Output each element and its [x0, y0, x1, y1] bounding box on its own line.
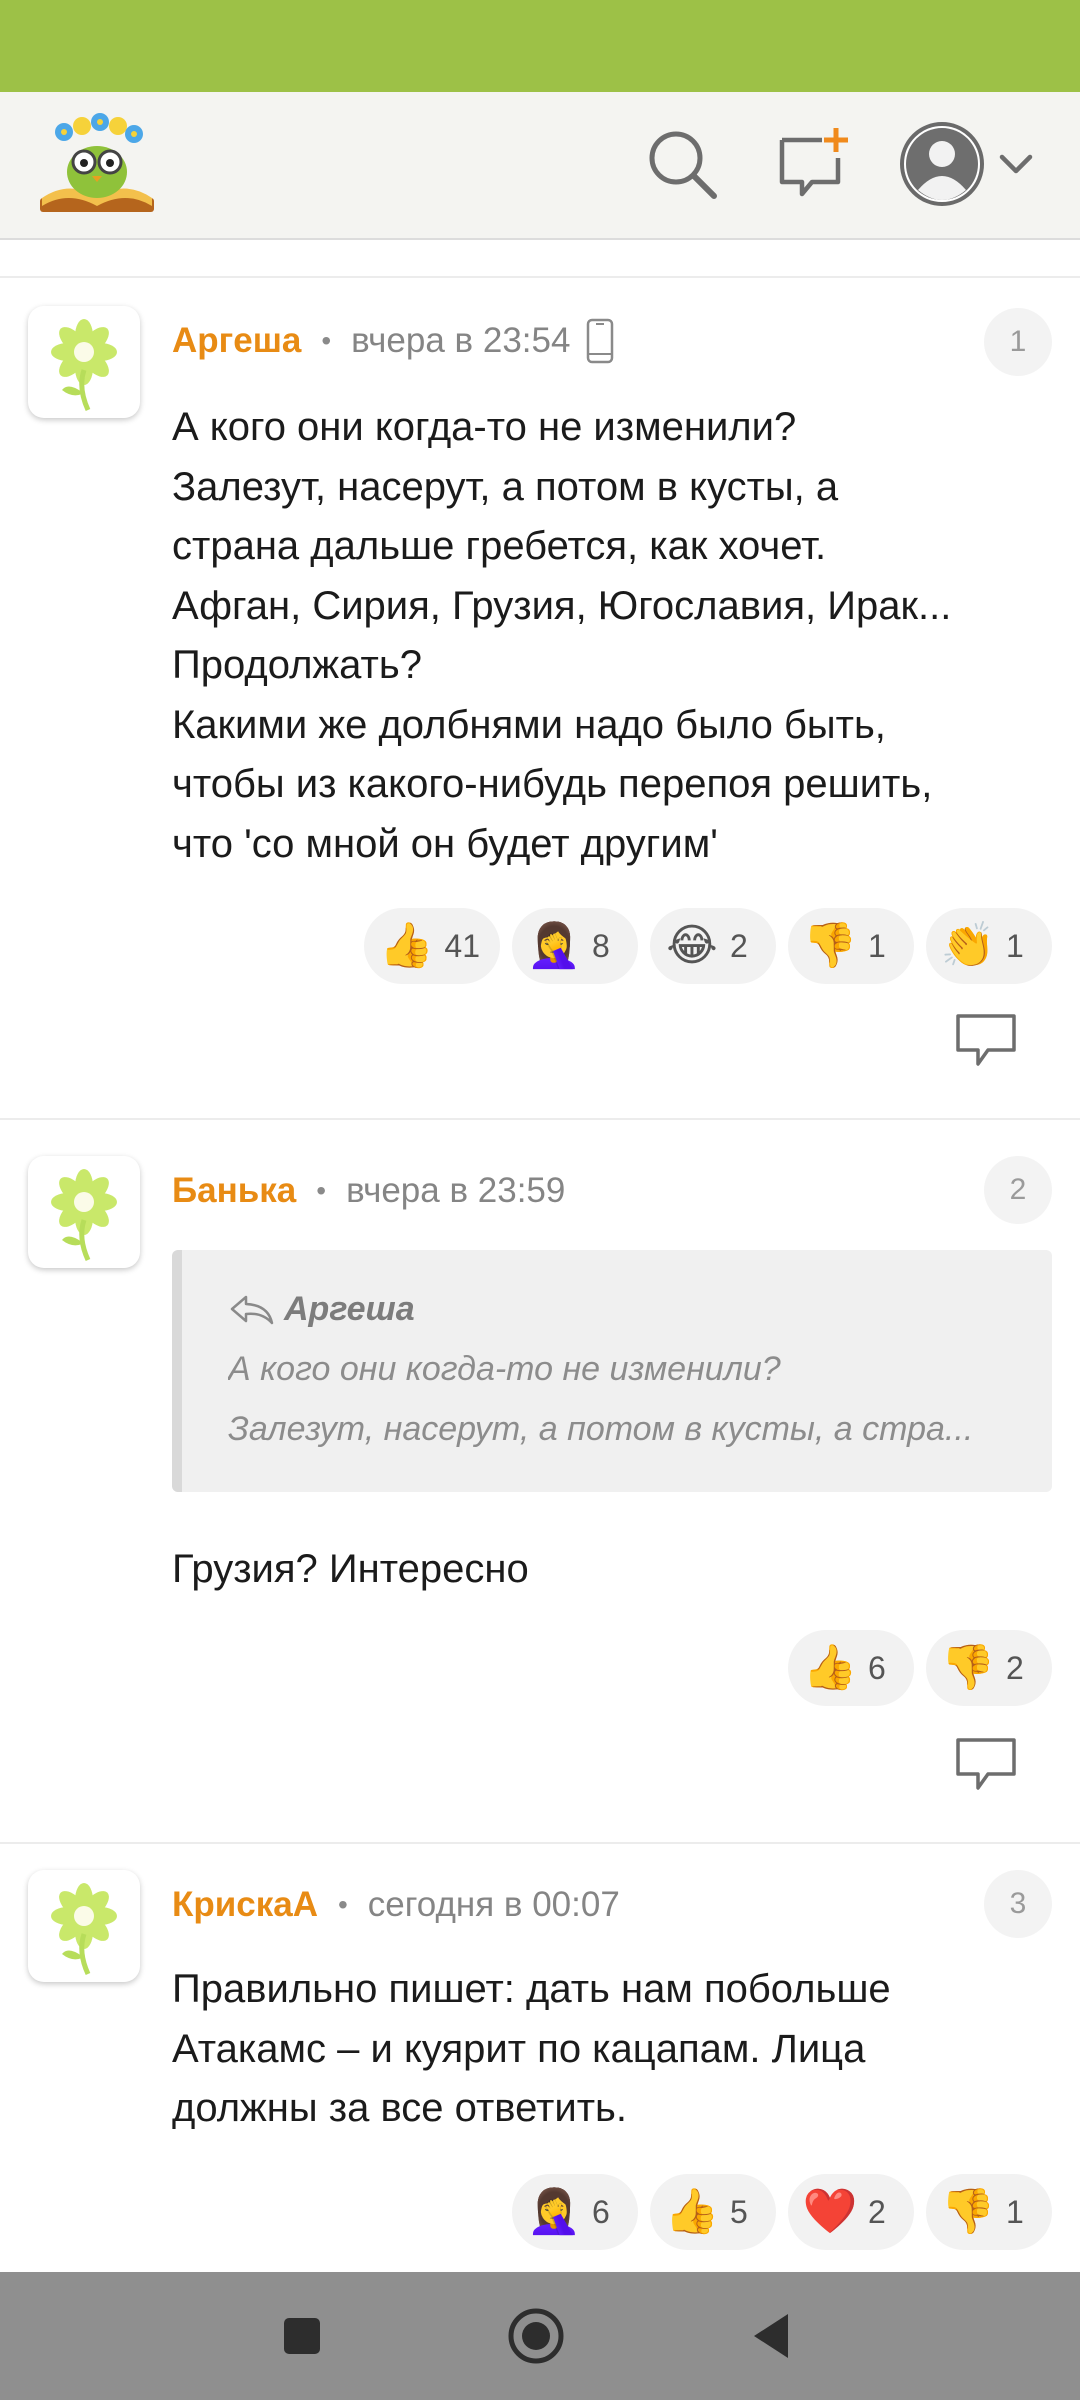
reaction-count: 2	[730, 927, 748, 964]
reaction-facepalm[interactable]: 🤦‍♀️ 6	[512, 2174, 638, 2250]
flower-avatar-icon	[51, 1169, 117, 1262]
reactions-bar: 👍 41 🤦‍♀️ 8 😂 2 👎 1 👏 1	[364, 908, 1052, 984]
facepalm-icon: 🤦‍♀️	[526, 2187, 582, 2236]
system-navigation-bar	[0, 2272, 1080, 2400]
reaction-thumbs-up[interactable]: 👍 5	[650, 2174, 776, 2250]
divider	[0, 1118, 1080, 1120]
comment-text: Грузия? Интересно	[172, 1547, 529, 1591]
heart-icon: ❤️	[802, 2187, 858, 2236]
comment-text: А кого они когда-то не изменили? Залезут…	[172, 405, 952, 866]
reaction-count: 1	[1006, 2193, 1024, 2230]
thumbs-down-icon: 👎	[802, 921, 858, 970]
thumbs-up-icon: 👍	[379, 921, 434, 970]
reactions-bar: 👍 6 👎 2	[788, 1630, 1052, 1706]
thumbs-up-icon: 👍	[664, 2187, 720, 2236]
thumbs-down-icon: 👎	[940, 2187, 996, 2236]
owl-book-logo-icon[interactable]	[34, 110, 160, 222]
thumbs-down-icon: 👎	[940, 1643, 996, 1692]
divider	[0, 276, 1080, 278]
add-comment-icon[interactable]	[772, 124, 852, 204]
reactions-bar: 🤦‍♀️ 6 👍 5 ❤️ 2 👎 1	[512, 2174, 1052, 2250]
reaction-thumbs-down[interactable]: 👎 1	[926, 2174, 1052, 2250]
reaction-laughing[interactable]: 😂 2	[650, 908, 776, 984]
app-header	[0, 92, 1080, 240]
avatar[interactable]	[28, 306, 140, 418]
reaction-count: 6	[592, 2193, 610, 2230]
author-name[interactable]: Банька	[172, 1171, 296, 1211]
separator-dot: •	[316, 1175, 327, 1206]
laughing-tears-icon: 😂	[666, 921, 718, 970]
author-name[interactable]: КрискаА	[172, 1885, 318, 1925]
comment-time: вчера в 23:54	[351, 321, 571, 360]
reaction-count: 5	[730, 2193, 748, 2230]
quoted-reply[interactable]: Аргеша А кого они когда-то не изменили? …	[172, 1250, 1052, 1492]
flower-avatar-icon	[51, 1883, 117, 1976]
reaction-thumbs-up[interactable]: 👍 41	[364, 908, 500, 984]
triangle-back-icon[interactable]	[740, 2306, 800, 2366]
separator-dot: •	[321, 325, 332, 356]
comment-number-badge: 1	[984, 308, 1052, 376]
square-recents-icon[interactable]	[272, 2306, 332, 2366]
status-bar	[0, 0, 1080, 92]
chevron-down-icon	[999, 154, 1033, 174]
reply-button[interactable]	[954, 1736, 1018, 1792]
search-icon[interactable]	[642, 124, 722, 204]
reaction-count: 1	[868, 927, 886, 964]
reply-button[interactable]	[954, 1012, 1018, 1068]
quote-text-line: Залезут, насерут, а потом в кусты, а стр…	[228, 1410, 974, 1448]
circle-home-icon[interactable]	[506, 2306, 566, 2366]
profile-menu-button[interactable]	[900, 120, 1040, 210]
avatar[interactable]	[28, 1870, 140, 1982]
quote-author-name: Аргеша	[284, 1290, 415, 1328]
comment-text: Правильно пишет: дать нам побольше Атака…	[172, 1967, 891, 2130]
comment-number-badge: 2	[984, 1156, 1052, 1224]
comment-time: вчера в 23:59	[346, 1171, 566, 1210]
comment-time: сегодня в 00:07	[367, 1885, 620, 1924]
reaction-thumbs-down[interactable]: 👎 1	[788, 908, 914, 984]
reaction-count: 2	[1006, 1649, 1024, 1686]
reaction-count: 8	[592, 927, 610, 964]
mobile-phone-icon	[587, 318, 614, 364]
divider	[0, 1842, 1080, 1844]
comment-number-badge: 3	[984, 1870, 1052, 1938]
separator-dot: •	[337, 1889, 348, 1920]
reply-arrow-icon	[230, 1295, 274, 1324]
reaction-facepalm[interactable]: 🤦‍♀️ 8	[512, 908, 638, 984]
reaction-count: 2	[868, 2193, 886, 2230]
reaction-heart[interactable]: ❤️ 2	[788, 2174, 914, 2250]
reaction-clapping[interactable]: 👏 1	[926, 908, 1052, 984]
quote-text-line: А кого они когда-то не изменили?	[228, 1350, 781, 1388]
thumbs-up-icon: 👍	[802, 1643, 858, 1692]
reaction-thumbs-up[interactable]: 👍 6	[788, 1630, 914, 1706]
reaction-count: 1	[1006, 927, 1024, 964]
flower-avatar-icon	[51, 319, 117, 412]
reaction-count: 6	[868, 1649, 886, 1686]
reaction-count: 41	[444, 927, 480, 964]
reaction-thumbs-down[interactable]: 👎 2	[926, 1630, 1052, 1706]
author-name[interactable]: Аргеша	[172, 321, 301, 361]
clapping-icon: 👏	[940, 921, 996, 970]
facepalm-icon: 🤦‍♀️	[526, 921, 582, 970]
speech-bubble-icon	[956, 1738, 1016, 1790]
avatar[interactable]	[28, 1156, 140, 1268]
speech-bubble-icon	[956, 1014, 1016, 1066]
